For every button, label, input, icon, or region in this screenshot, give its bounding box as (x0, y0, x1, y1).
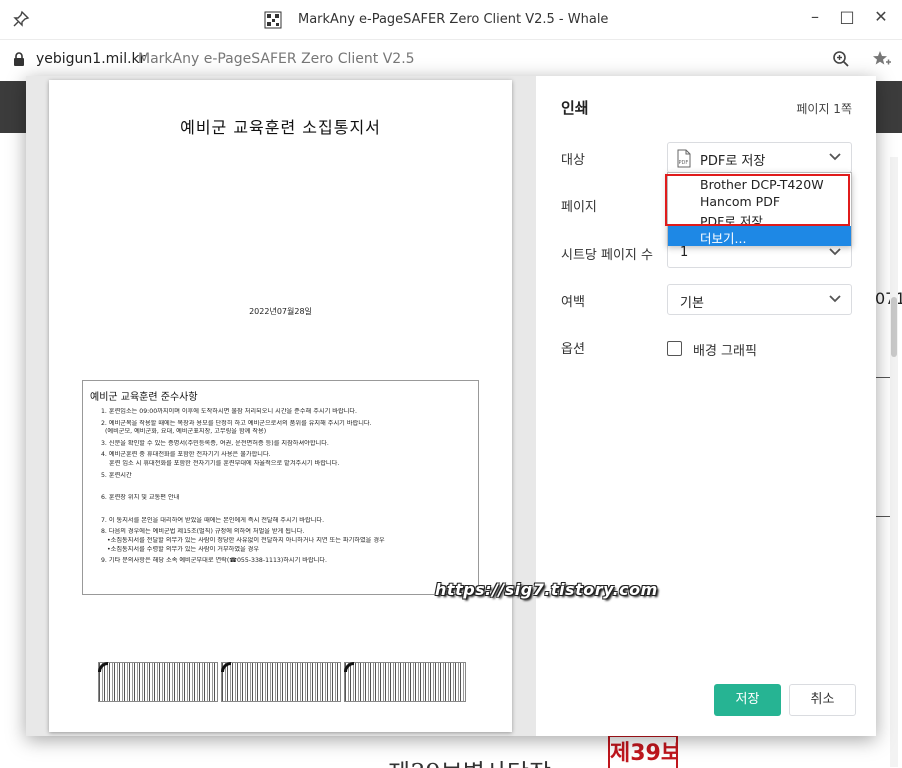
watermark-text: https://sig7.tistory.com (435, 580, 658, 599)
rules-list: 1. 훈련입소는 09:00까지이며 이후에 도착하시면 불참 처리되오니 시간… (101, 408, 471, 569)
dropdown-item-more[interactable]: 더보기... (668, 226, 851, 246)
url-domain[interactable]: yebigun1.mil.kr (36, 51, 145, 67)
chevron-down-icon (829, 248, 841, 256)
pin-icon[interactable] (12, 10, 30, 28)
pages-per-sheet-label: 시트당 페이지 수 (561, 248, 653, 263)
background-table-lines (876, 377, 890, 517)
rule-item (101, 506, 471, 514)
rule-item: 2. 예비군복을 착용할 때에는 복장과 용모를 단정히 하고 예비군으로서의 … (101, 419, 372, 427)
security-barcode-row (98, 662, 468, 702)
background-bottom-text: 제39보병사단장 (388, 753, 551, 768)
pages-per-sheet-value: 1 (680, 245, 689, 260)
preview-page: 예비군 교육훈련 소집통지서 2022년07월28일 예비군 교육훈련 준수사항… (49, 80, 512, 732)
rule-item: 9. 기타 문의사항은 해당 소속 예비군부대로 연락(☎055-338-111… (101, 557, 328, 565)
svg-text:PDF: PDF (679, 160, 689, 166)
print-settings-pane: 인쇄 페이지 1쪽 대상 PDF PDF로 저장 페이지 시트당 페이지 수 1… (536, 76, 876, 736)
rule-item: •소집통지서를 전달할 의무가 있는 사람이 정당한 사유없이 전달하지 아니하… (107, 536, 385, 544)
chevron-down-icon (829, 153, 841, 161)
chevron-down-icon (829, 295, 841, 303)
print-dialog: 예비군 교육훈련 소집통지서 2022년07월28일 예비군 교육훈련 준수사항… (26, 76, 876, 736)
background-scrollbar-thumb[interactable] (891, 297, 897, 357)
destination-label: 대상 (561, 153, 585, 168)
rule-item: (예비군모, 예비군화, 요대, 예비군표지장, 고무링을 함께 착용) (105, 428, 267, 436)
rule-item: 4. 예비군훈련 중 휴대전화를 포함한 전자기기 사용은 불가합니다. (101, 451, 271, 459)
rule-item: 훈련 입소 시 휴대전화를 포함한 전자기기를 훈련부대에 자율적으로 맡겨주시… (109, 459, 340, 467)
background-graphics-label[interactable]: 배경 그래픽 (693, 340, 757, 359)
maximize-button[interactable]: □ (834, 6, 860, 28)
security-barcode (221, 662, 341, 702)
rule-item (101, 483, 471, 491)
print-preview-pane[interactable]: 예비군 교육훈련 소집통지서 2022년07월28일 예비군 교육훈련 준수사항… (26, 76, 536, 736)
pdf-icon: PDF (677, 149, 691, 168)
lock-icon[interactable] (13, 52, 25, 66)
document-title: 예비군 교육훈련 소집통지서 (180, 118, 381, 137)
security-barcode (344, 662, 466, 702)
rule-item: •소집통지서를 수령할 의무가 있는 사람이 거부하였을 경우 (107, 545, 260, 553)
window-title: MarkAny e-PageSAFER Zero Client V2.5 - W… (298, 12, 609, 27)
minimize-button[interactable]: – (802, 6, 828, 28)
cancel-button[interactable]: 취소 (789, 684, 856, 716)
background-scrollbar[interactable] (890, 157, 898, 767)
page-count: 페이지 1쪽 (796, 102, 852, 116)
zoom-icon[interactable] (832, 50, 850, 68)
rule-item: 8. 다음의 경우에는 예비군법 제15조(벌칙) 규정에 의하여 처벌을 받게… (101, 528, 305, 536)
rule-item: 1. 훈련입소는 09:00까지이며 이후에 도착하시면 불참 처리되오니 시간… (101, 408, 357, 415)
options-label: 옵션 (561, 342, 585, 357)
save-button[interactable]: 저장 (714, 684, 781, 716)
official-stamp: 제39보병 (608, 735, 678, 768)
annotation-highlight-box (665, 174, 850, 226)
margins-value: 기본 (680, 296, 704, 311)
print-title: 인쇄 (561, 99, 589, 117)
margins-label: 여백 (561, 295, 585, 310)
rules-title: 예비군 교육훈련 준수사항 (90, 392, 198, 403)
margins-select[interactable]: 기본 (667, 284, 852, 315)
close-button[interactable]: ✕ (868, 6, 894, 28)
app-logo-icon (264, 11, 282, 29)
destination-value: PDF로 저장 (700, 154, 766, 169)
address-bar[interactable]: yebigun1.mil.kr MarkAny e-PageSAFER Zero… (0, 41, 902, 77)
dropdown-more-label: 더보기... (700, 231, 747, 246)
background-graphics-checkbox[interactable] (667, 341, 682, 356)
rules-box: 예비군 교육훈련 준수사항 1. 훈련입소는 09:00까지이며 이후에 도착하… (82, 380, 479, 595)
rule-item: 3. 신분을 확인할 수 있는 증명서(주민등록증, 여권, 운전면허증 등)를… (101, 439, 329, 447)
rule-item: 6. 훈련장 위치 및 교통편 안내 (101, 494, 180, 502)
security-barcode (98, 662, 218, 702)
pages-label: 페이지 (561, 200, 597, 215)
title-bar: MarkAny e-PageSAFER Zero Client V2.5 - W… (0, 0, 902, 40)
rule-item: 7. 이 통지서를 본인을 대리하여 받았을 때에는 본인에게 즉시 전달해 주… (101, 516, 325, 524)
destination-select[interactable]: PDF PDF로 저장 (667, 142, 852, 173)
rule-item: 5. 훈련시간 (101, 471, 132, 479)
favorites-icon[interactable] (872, 50, 892, 68)
url-page-title[interactable]: MarkAny e-PageSAFER Zero Client V2.5 (138, 51, 415, 67)
document-date: 2022년07월28일 (249, 307, 312, 316)
